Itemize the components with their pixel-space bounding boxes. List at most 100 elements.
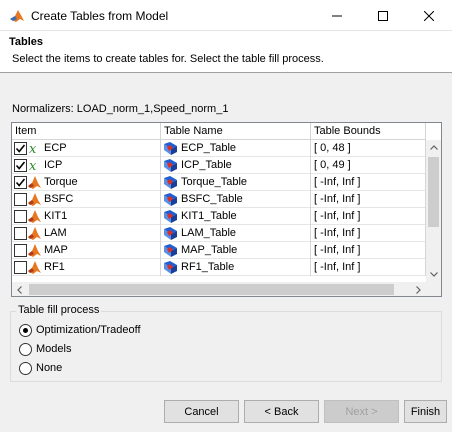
table-name-cell[interactable]: KIT1_Table [161, 208, 311, 225]
chevron-left-icon [17, 285, 22, 294]
horizontal-scrollbar[interactable] [12, 282, 426, 296]
close-button[interactable] [406, 0, 452, 31]
table-bounds-cell[interactable]: [ -Inf, Inf ] [311, 208, 426, 225]
table-name-cell[interactable]: ICP_Table [161, 157, 311, 174]
column-header-item[interactable]: Item [12, 123, 161, 140]
item-cell: BSFC [12, 191, 161, 208]
table-bounds-cell[interactable]: [ -Inf, Inf ] [311, 225, 426, 242]
radio-circle[interactable] [19, 343, 32, 356]
item-label: ICP [44, 159, 63, 171]
vertical-scrollbar[interactable] [426, 140, 441, 282]
table-row[interactable]: x ECP ECP_Table [ 0, 48 ] [12, 140, 426, 157]
include-checkbox[interactable] [14, 193, 27, 206]
table-name-label: KIT1_Table [181, 210, 237, 222]
table-name-label: MAP_Table [181, 244, 238, 256]
header-corner [426, 123, 441, 140]
scroll-left-button[interactable] [12, 282, 27, 296]
scroll-up-button[interactable] [426, 140, 441, 155]
include-checkbox[interactable] [14, 176, 27, 189]
scroll-thumb[interactable] [428, 157, 439, 227]
model-icon [28, 176, 41, 189]
variable-x-icon: x [29, 142, 37, 156]
table-row[interactable]: BSFC BSFC_Table [ -Inf, Inf ] [12, 191, 426, 208]
checkmark-icon [15, 144, 26, 153]
tables-grid: Item Table Name Table Bounds x ECP ECP_Tab… [11, 122, 442, 297]
svg-text:x: x [29, 159, 37, 173]
item-label: MAP [44, 244, 68, 256]
table-bounds-cell[interactable]: [ -Inf, Inf ] [311, 259, 426, 276]
table-bounds-cell[interactable]: [ -Inf, Inf ] [311, 191, 426, 208]
table-row[interactable]: Torque Torque_Table [ -Inf, Inf ] [12, 174, 426, 191]
item-label: BSFC [44, 193, 74, 205]
finish-button[interactable]: Finish [404, 400, 447, 423]
include-checkbox[interactable] [14, 227, 27, 240]
include-checkbox[interactable] [14, 261, 27, 274]
wizard-header: Tables Select the items to create tables… [0, 31, 452, 73]
table-name-label: ECP_Table [181, 142, 237, 154]
lookup-table-icon [164, 261, 177, 274]
fill-process-radio[interactable]: Optimization/Tradeoff [19, 324, 219, 338]
include-checkbox[interactable] [14, 210, 27, 223]
close-icon [424, 10, 434, 21]
table-name-cell[interactable]: BSFC_Table [161, 191, 311, 208]
column-header-table-name[interactable]: Table Name [161, 123, 311, 140]
table-bounds-cell[interactable]: [ 0, 48 ] [311, 140, 426, 157]
item-label: LAM [44, 227, 67, 239]
table-name-label: BSFC_Table [181, 193, 243, 205]
item-label: RF1 [44, 261, 65, 273]
item-label: ECP [44, 142, 67, 154]
normalizers-label: Normalizers: LOAD_norm_1,Speed_norm_1 [12, 103, 229, 115]
item-cell: x ECP [12, 140, 161, 157]
minimize-icon [332, 15, 342, 16]
table-name-cell[interactable]: ECP_Table [161, 140, 311, 157]
maximize-button[interactable] [360, 0, 406, 31]
lookup-table-icon [164, 227, 177, 240]
table-row[interactable]: RF1 RF1_Table [ -Inf, Inf ] [12, 259, 426, 276]
matlab-logo-icon [10, 10, 24, 22]
table-row[interactable]: MAP MAP_Table [ -Inf, Inf ] [12, 242, 426, 259]
radio-label: None [36, 362, 63, 374]
table-name-cell[interactable]: RF1_Table [161, 259, 311, 276]
table-body: x ECP ECP_Table [ 0, 48 ] x ICP ICP_Table [ 0, … [12, 140, 426, 282]
table-row[interactable]: KIT1 KIT1_Table [ -Inf, Inf ] [12, 208, 426, 225]
table-name-label: ICP_Table [181, 159, 232, 171]
table-name-cell[interactable]: Torque_Table [161, 174, 311, 191]
table-bounds-cell[interactable]: [ 0, 49 ] [311, 157, 426, 174]
include-checkbox[interactable] [14, 244, 27, 257]
maximize-icon [378, 10, 388, 21]
table-name-cell[interactable]: LAM_Table [161, 225, 311, 242]
scroll-corner [426, 282, 441, 296]
column-header-table-bounds[interactable]: Table Bounds [311, 123, 426, 140]
table-row[interactable]: LAM LAM_Table [ -Inf, Inf ] [12, 225, 426, 242]
chevron-down-icon [429, 272, 438, 277]
model-icon [28, 210, 41, 223]
title-bar: Create Tables from Model [0, 0, 452, 31]
back-button[interactable]: < Back [244, 400, 319, 423]
model-icon [28, 193, 41, 206]
checkmark-icon [15, 161, 26, 170]
checkmark-icon [15, 178, 26, 187]
item-cell: LAM [12, 225, 161, 242]
radio-circle[interactable] [19, 362, 32, 375]
scroll-right-button[interactable] [411, 282, 426, 296]
fill-process-radio[interactable]: None [19, 362, 219, 376]
next-button[interactable]: Next > [324, 400, 399, 423]
fill-process-legend: Table fill process [16, 304, 102, 316]
item-label: Torque [44, 176, 78, 188]
hscroll-thumb[interactable] [29, 284, 394, 295]
radio-circle[interactable] [19, 324, 32, 337]
table-header: Item Table Name Table Bounds [12, 123, 426, 140]
fill-process-radio[interactable]: Models [19, 343, 219, 357]
include-checkbox[interactable] [14, 159, 27, 172]
item-cell: x ICP [12, 157, 161, 174]
minimize-button[interactable] [314, 0, 360, 31]
table-row[interactable]: x ICP ICP_Table [ 0, 49 ] [12, 157, 426, 174]
scroll-down-button[interactable] [426, 267, 441, 282]
include-checkbox[interactable] [14, 142, 27, 155]
table-bounds-cell[interactable]: [ -Inf, Inf ] [311, 242, 426, 259]
table-bounds-cell[interactable]: [ -Inf, Inf ] [311, 174, 426, 191]
cancel-button[interactable]: Cancel [164, 400, 239, 423]
table-name-cell[interactable]: MAP_Table [161, 242, 311, 259]
radio-label: Models [36, 343, 72, 355]
lookup-table-icon [164, 210, 177, 223]
